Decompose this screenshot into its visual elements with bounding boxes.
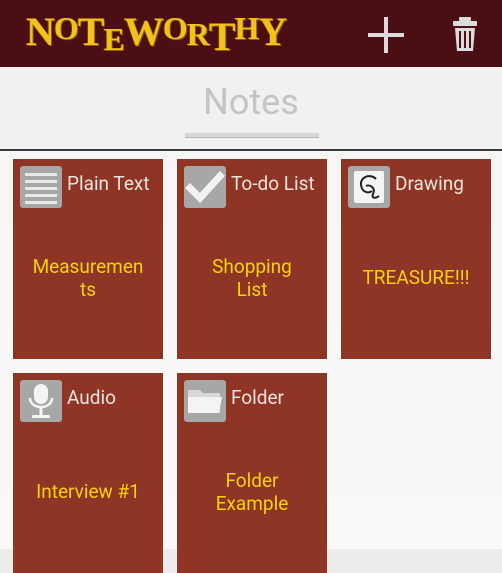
note-title: Shopping List [212,255,292,301]
delete-button[interactable] [443,11,487,55]
app-logo: NOTEWORTHY [26,9,287,59]
app-bar: NOTEWORTHY [0,0,502,67]
note-type-label: Audio [67,386,116,409]
note-title: TREASURE!!! [362,266,470,289]
note-type-label: Folder [231,386,284,409]
note-tile-drawing[interactable]: Drawing TREASURE!!! [341,159,491,359]
note-title: Interview #1 [36,480,140,503]
checkmark-icon [184,166,226,208]
note-tile-audio[interactable]: Audio Interview #1 [13,373,163,573]
lines-icon [20,166,62,208]
folder-icon [184,380,226,422]
plus-icon [368,17,404,53]
note-type-label: Drawing [395,172,464,195]
note-type-label: Plain Text [67,172,150,195]
microphone-icon [20,380,62,422]
note-tile-plain-text[interactable]: Plain Text Measuremen ts [13,159,163,359]
note-tile-todo-list[interactable]: To-do List Shopping List [177,159,327,359]
note-title: Folder Example [215,469,289,515]
add-note-button[interactable] [364,13,408,57]
note-title: Measuremen ts [32,255,144,301]
page-title: Notes [203,81,299,123]
notes-grid: Plain Text Measuremen ts To-do List Shopp… [0,151,502,573]
note-type-label: To-do List [231,172,315,195]
note-tile-folder[interactable]: Folder Folder Example [177,373,327,573]
title-underline [185,133,319,138]
trash-icon [453,17,477,51]
section-header: Notes [0,67,502,151]
drawing-icon [348,166,390,208]
